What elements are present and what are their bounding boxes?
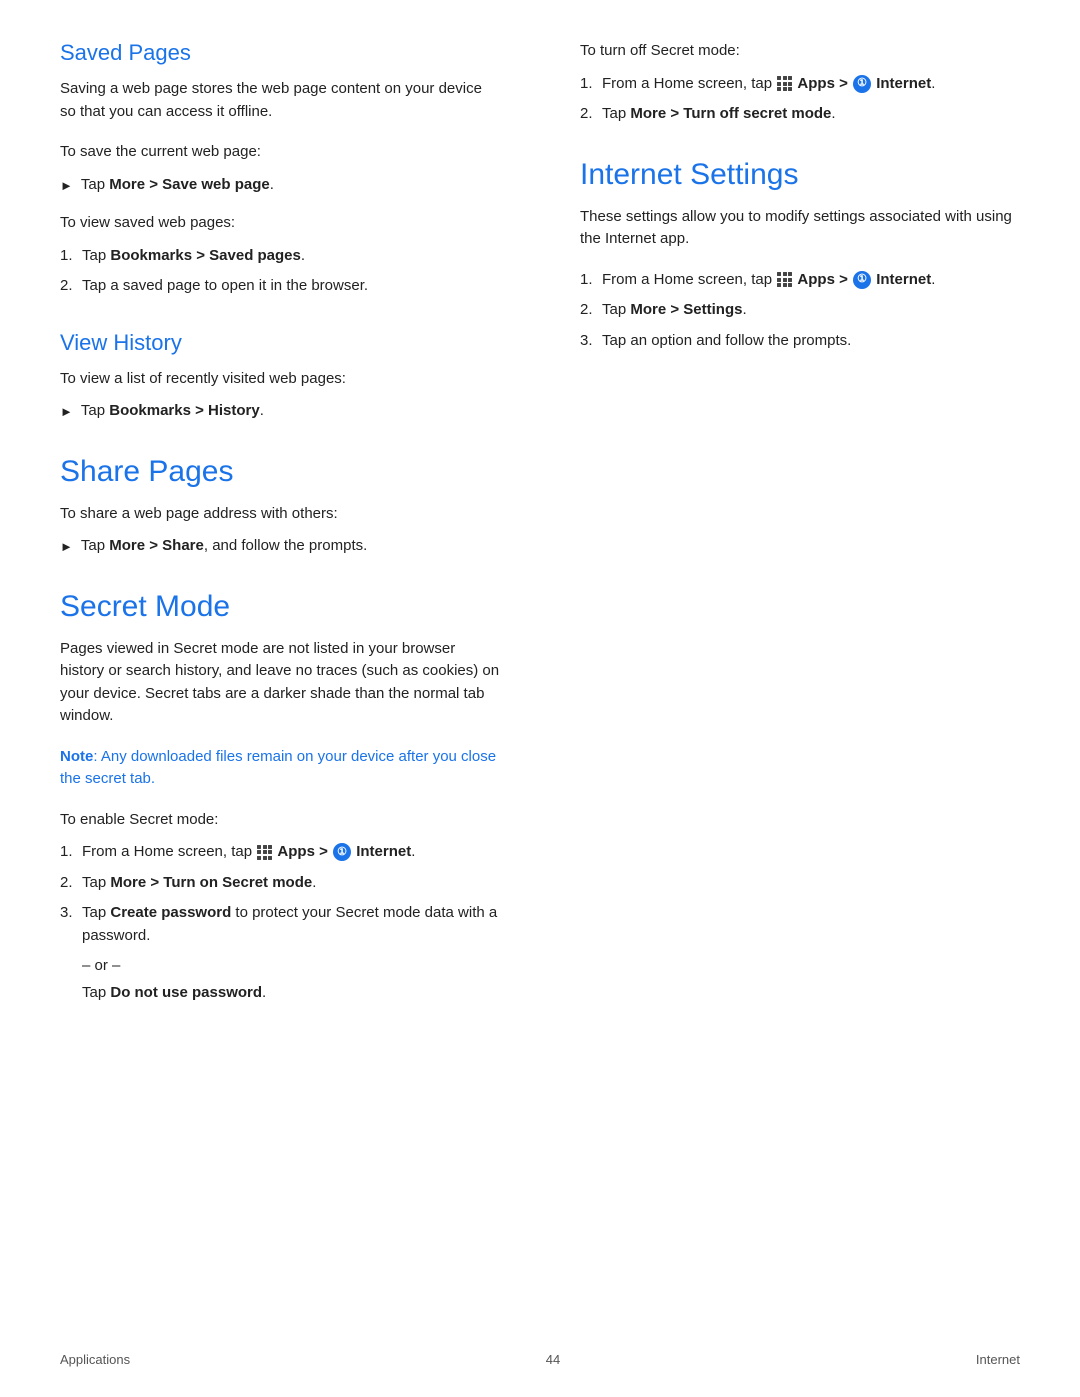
internet-app-icon: ①	[853, 271, 871, 289]
turn-off-step-num-1: 1.	[580, 73, 602, 96]
save-bullet: ► Tap More > Save web page.	[60, 174, 500, 197]
left-column: Saved Pages Saving a web page stores the…	[60, 40, 540, 1037]
apps-grid-icon	[257, 845, 272, 860]
inet-step-3-text: Tap an option and follow the prompts.	[602, 330, 851, 353]
step-num-1: 1.	[60, 245, 82, 268]
footer-right: Internet	[976, 1352, 1020, 1367]
history-bullet-text: Tap Bookmarks > History.	[81, 400, 264, 423]
enable-step-3: 3. Tap Create password to protect your S…	[60, 902, 500, 947]
inet-step-num-3: 3.	[580, 330, 602, 353]
internet-settings-steps-list: 1. From a Home screen, tap Apps > ① Inte…	[580, 269, 1020, 353]
view-step-1: 1. Tap Bookmarks > Saved pages.	[60, 245, 500, 268]
apps-grid-icon	[777, 76, 792, 91]
save-instruction: To save the current web page:	[60, 141, 500, 164]
enable-step-2: 2. Tap More > Turn on Secret mode.	[60, 872, 500, 895]
secret-mode-note: Note: Any downloaded files remain on you…	[60, 746, 500, 791]
bullet-arrow-icon: ►	[60, 402, 73, 422]
internet-app-icon: ①	[853, 75, 871, 93]
enable-step-2-text: Tap More > Turn on Secret mode.	[82, 872, 316, 895]
enable-step-1: 1. From a Home screen, tap Apps > ① Inte…	[60, 841, 500, 864]
internet-app-icon: ①	[333, 843, 351, 861]
saved-pages-intro: Saving a web page stores the web page co…	[60, 78, 500, 123]
footer-left: Applications	[60, 1352, 130, 1367]
turn-off-step-num-2: 2.	[580, 103, 602, 126]
turn-off-step-2-text: Tap More > Turn off secret mode.	[602, 103, 836, 126]
turn-off-section: To turn off Secret mode: 1. From a Home …	[580, 40, 1020, 126]
view-steps-list: 1. Tap Bookmarks > Saved pages. 2. Tap a…	[60, 245, 500, 298]
inet-step-1-text: From a Home screen, tap Apps > ① Interne…	[602, 269, 935, 292]
enable-steps-list: 1. From a Home screen, tap Apps > ① Inte…	[60, 841, 500, 947]
right-column: To turn off Secret mode: 1. From a Home …	[540, 40, 1020, 1037]
page-footer: Applications 44 Internet	[0, 1352, 1080, 1367]
enable-step-num-1: 1.	[60, 841, 82, 864]
footer-center: 44	[546, 1352, 560, 1367]
step-num-2: 2.	[60, 275, 82, 298]
save-bullet-text: Tap More > Save web page.	[81, 174, 274, 197]
no-password-text: Tap Do not use password.	[82, 982, 500, 1005]
internet-settings-heading: Internet Settings	[580, 158, 1020, 192]
inet-step-num-2: 2.	[580, 299, 602, 322]
inet-step-2: 2. Tap More > Settings.	[580, 299, 1020, 322]
secret-mode-heading: Secret Mode	[60, 590, 500, 624]
bullet-arrow-icon: ►	[60, 537, 73, 557]
share-pages-heading: Share Pages	[60, 455, 500, 489]
enable-step-num-3: 3.	[60, 902, 82, 925]
enable-step-3-text: Tap Create password to protect your Secr…	[82, 902, 500, 947]
view-step-2: 2. Tap a saved page to open it in the br…	[60, 275, 500, 298]
share-bullet-text: Tap More > Share, and follow the prompts…	[81, 535, 367, 558]
saved-pages-section: Saved Pages Saving a web page stores the…	[60, 40, 500, 298]
secret-mode-intro: Pages viewed in Secret mode are not list…	[60, 638, 500, 728]
view-history-heading: View History	[60, 330, 500, 356]
view-instruction: To view saved web pages:	[60, 212, 500, 235]
internet-settings-intro: These settings allow you to modify setti…	[580, 206, 1020, 251]
view-step-2-text: Tap a saved page to open it in the brows…	[82, 275, 368, 298]
view-history-intro: To view a list of recently visited web p…	[60, 368, 500, 391]
inet-step-num-1: 1.	[580, 269, 602, 292]
internet-settings-section: Internet Settings These settings allow y…	[580, 158, 1020, 353]
inet-step-1: 1. From a Home screen, tap Apps > ① Inte…	[580, 269, 1020, 292]
share-pages-section: Share Pages To share a web page address …	[60, 455, 500, 558]
turn-off-steps-list: 1. From a Home screen, tap Apps > ① Inte…	[580, 73, 1020, 126]
history-bullet: ► Tap Bookmarks > History.	[60, 400, 500, 423]
or-divider: – or –	[82, 957, 500, 974]
share-pages-intro: To share a web page address with others:	[60, 503, 500, 526]
turn-off-step-1-text: From a Home screen, tap Apps > ① Interne…	[602, 73, 935, 96]
turn-off-step-2: 2. Tap More > Turn off secret mode.	[580, 103, 1020, 126]
inet-step-3: 3. Tap an option and follow the prompts.	[580, 330, 1020, 353]
saved-pages-heading: Saved Pages	[60, 40, 500, 66]
enable-intro: To enable Secret mode:	[60, 809, 500, 832]
view-history-section: View History To view a list of recently …	[60, 330, 500, 423]
inet-step-2-text: Tap More > Settings.	[602, 299, 747, 322]
view-step-1-text: Tap Bookmarks > Saved pages.	[82, 245, 305, 268]
bullet-arrow-icon: ►	[60, 176, 73, 196]
turn-off-step-1: 1. From a Home screen, tap Apps > ① Inte…	[580, 73, 1020, 96]
enable-step-num-2: 2.	[60, 872, 82, 895]
secret-mode-section: Secret Mode Pages viewed in Secret mode …	[60, 590, 500, 1005]
turn-off-intro: To turn off Secret mode:	[580, 40, 1020, 63]
enable-step-1-text: From a Home screen, tap Apps > ① Interne…	[82, 841, 415, 864]
apps-grid-icon	[777, 272, 792, 287]
share-bullet: ► Tap More > Share, and follow the promp…	[60, 535, 500, 558]
